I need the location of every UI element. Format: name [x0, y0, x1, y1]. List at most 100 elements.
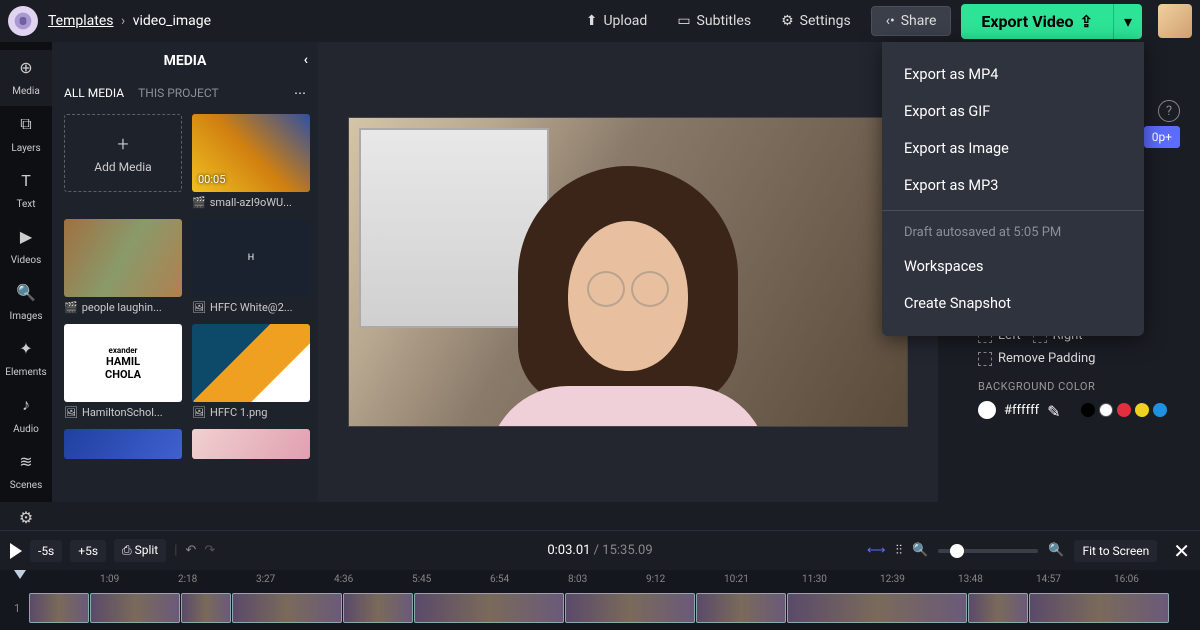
share-button[interactable]: ‹• Share: [871, 6, 952, 36]
ruler-tick: 8:03: [568, 574, 587, 585]
snap-toggle[interactable]: ⟷: [867, 543, 886, 558]
images-icon: 🔍: [0, 283, 52, 302]
ruler-tick: 6:54: [490, 574, 509, 585]
bg-color-hex[interactable]: #ffffff: [1004, 403, 1039, 418]
text-icon: T: [0, 171, 52, 190]
timeline-track[interactable]: 1: [0, 590, 1200, 626]
collapse-panel-button[interactable]: ‹: [304, 52, 308, 68]
rail-audio[interactable]: ♪Audio: [0, 387, 52, 444]
timeline-clip[interactable]: [787, 593, 967, 623]
workspaces-item[interactable]: Workspaces: [882, 248, 1144, 285]
timeline-clip[interactable]: [343, 593, 413, 623]
media-filename: people laughin...: [82, 301, 162, 314]
share-icon: ‹•: [886, 13, 895, 29]
media-item[interactable]: exanderHAMILCHOLA 🖼HamiltonSchol...: [64, 324, 182, 419]
ruler-tick: 11:30: [802, 574, 827, 585]
media-item[interactable]: [192, 429, 310, 459]
split-button[interactable]: ⎙ Split: [114, 539, 166, 562]
undo-button[interactable]: ↶: [185, 543, 196, 558]
media-panel-title: MEDIA: [164, 53, 207, 69]
media-filename: HamiltonSchol...: [82, 406, 163, 419]
media-item[interactable]: [64, 429, 182, 459]
play-button[interactable]: [10, 543, 22, 559]
timeline-clip[interactable]: [968, 593, 1028, 623]
redo-button[interactable]: ↷: [204, 543, 215, 558]
media-item[interactable]: 🖼HFFC 1.png: [192, 324, 310, 419]
tab-all-media[interactable]: ALL MEDIA: [64, 86, 124, 100]
canvas-area[interactable]: [318, 42, 938, 502]
export-image[interactable]: Export as Image: [882, 130, 1144, 167]
rail-layers[interactable]: ⧉Layers: [0, 106, 52, 163]
media-item[interactable]: H 🖼HFFC White@2...: [192, 219, 310, 314]
rail-text[interactable]: TText: [0, 163, 52, 219]
breadcrumb: Templates › video_image: [48, 13, 211, 29]
skip-forward-button[interactable]: +5s: [70, 540, 106, 562]
timeline: 1:092:183:274:365:456:548:039:1210:2111:…: [0, 570, 1200, 630]
tab-this-project[interactable]: THIS PROJECT: [138, 86, 219, 100]
color-chip[interactable]: [1081, 403, 1095, 417]
zoom-out-button[interactable]: 🔍: [912, 543, 928, 558]
left-rail: ⊕Media ⧉Layers TText ▶Videos 🔍Images ✦El…: [0, 42, 52, 502]
timeline-clip[interactable]: [696, 593, 786, 623]
settings-label: Settings: [800, 13, 851, 29]
eyedropper-button[interactable]: ✎: [1047, 402, 1063, 418]
user-avatar[interactable]: [1158, 4, 1192, 38]
rail-elements[interactable]: ✦Elements: [0, 331, 52, 387]
export-gif[interactable]: Export as GIF: [882, 93, 1144, 130]
scenes-icon: ≋: [0, 452, 52, 471]
help-button[interactable]: ?: [1158, 100, 1180, 122]
elements-icon: ✦: [0, 339, 52, 358]
timeline-clip[interactable]: [232, 593, 342, 623]
color-chip[interactable]: [1135, 403, 1149, 417]
timeline-clip[interactable]: [565, 593, 695, 623]
breadcrumb-root[interactable]: Templates: [48, 13, 114, 29]
timeline-clip[interactable]: [29, 593, 89, 623]
zoom-in-button[interactable]: 🔍: [1048, 543, 1064, 558]
timeline-clip[interactable]: [181, 593, 231, 623]
rail-media[interactable]: ⊕Media: [0, 50, 52, 106]
trim-button[interactable]: ⫶⫶: [896, 543, 903, 558]
settings-button[interactable]: ⚙ Settings: [771, 7, 861, 35]
zoom-slider[interactable]: [938, 549, 1038, 553]
export-mp3[interactable]: Export as MP3: [882, 167, 1144, 204]
color-presets: [1081, 403, 1167, 417]
export-video-button[interactable]: Export Video ⇪: [961, 4, 1113, 39]
media-item[interactable]: 🎬people laughin...: [64, 219, 182, 314]
eyedropper-icon: ✎: [1047, 402, 1060, 421]
color-chip[interactable]: [1117, 403, 1131, 417]
resolution-badge[interactable]: 0p+: [1144, 126, 1180, 148]
ruler-tick: 3:27: [256, 574, 275, 585]
media-item[interactable]: 00:05 🎬small-azI9oWU...: [192, 114, 310, 209]
timeline-clip[interactable]: [90, 593, 180, 623]
ruler-tick: 16:06: [1114, 574, 1139, 585]
rail-videos[interactable]: ▶Videos: [0, 219, 52, 275]
color-chip[interactable]: [1153, 403, 1167, 417]
remove-padding-button[interactable]: Remove Padding: [978, 351, 1095, 366]
subtitles-button[interactable]: ▭ Subtitles: [667, 7, 761, 35]
split-icon: ⎙: [122, 543, 132, 557]
skip-back-button[interactable]: -5s: [30, 540, 62, 562]
media-more-button[interactable]: ⋯: [294, 86, 306, 100]
color-chip[interactable]: [1099, 403, 1113, 417]
rail-images[interactable]: 🔍Images: [0, 275, 52, 331]
export-mp4[interactable]: Export as MP4: [882, 56, 1144, 93]
plugins-icon: ⚙: [0, 508, 52, 527]
add-media-button[interactable]: + Add Media: [64, 114, 182, 209]
timeline-ruler[interactable]: 1:092:183:274:365:456:548:039:1210:2111:…: [0, 570, 1200, 590]
dropdown-separator: [882, 210, 1144, 211]
app-logo[interactable]: [8, 6, 38, 36]
timeline-clip[interactable]: [414, 593, 564, 623]
export-dropdown-toggle[interactable]: ▾: [1113, 4, 1142, 39]
bg-color-swatch[interactable]: [978, 401, 996, 419]
close-timeline-button[interactable]: ✕: [1173, 539, 1190, 563]
playback-bar: -5s +5s ⎙ Split | ↶ ↷ 0:03.01 / 15:35.09…: [0, 530, 1200, 570]
timeline-clip[interactable]: [1029, 593, 1169, 623]
fit-to-screen-button[interactable]: Fit to Screen: [1074, 540, 1157, 562]
playhead[interactable]: [14, 570, 26, 579]
breadcrumb-current[interactable]: video_image: [133, 13, 211, 29]
upload-button[interactable]: ⬆ Upload: [576, 7, 658, 35]
close-icon: ✕: [1173, 539, 1190, 563]
create-snapshot-item[interactable]: Create Snapshot: [882, 285, 1144, 322]
media-filename: HFFC 1.png: [210, 406, 267, 419]
rail-scenes[interactable]: ≋Scenes: [0, 444, 52, 500]
